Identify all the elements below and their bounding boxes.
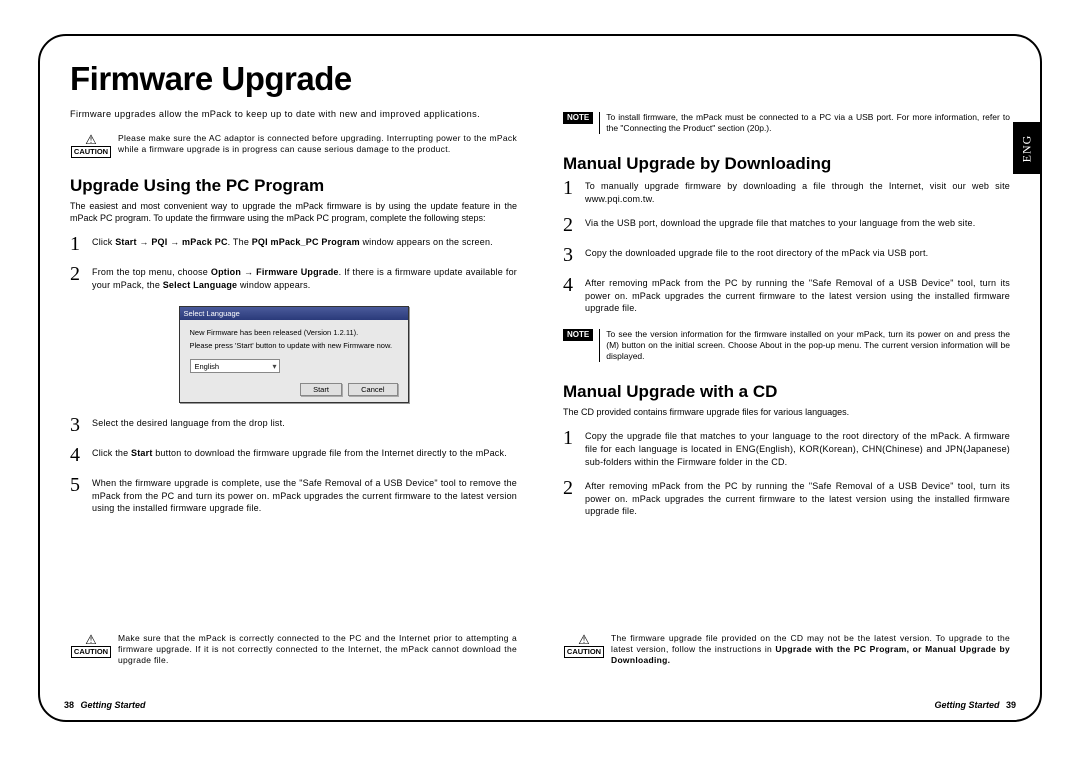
section-title-pc: Upgrade Using the PC Program (70, 176, 517, 196)
footer-label-right: Getting Started (934, 700, 999, 710)
warning-icon: ⚠ (85, 133, 97, 146)
step-number: 2 (70, 264, 92, 284)
step-number: 5 (70, 475, 92, 495)
step-number: 4 (563, 275, 585, 295)
intro-text: Firmware upgrades allow the mPack to kee… (70, 108, 517, 120)
language-select-value: English (195, 362, 220, 371)
note-divider (599, 329, 600, 362)
dl-step-3: 3 Copy the downloaded upgrade file to th… (563, 245, 1010, 265)
note-text-1: To install firmware, the mPack must be c… (606, 112, 1010, 134)
footer-right: Getting Started 39 (934, 700, 1020, 710)
section-intro-pc: The easiest and most convenient way to u… (70, 200, 517, 224)
caution-word: CAUTION (71, 146, 111, 158)
step-text: To manually upgrade firmware by download… (585, 178, 1010, 205)
warning-icon: ⚠ (85, 633, 97, 646)
cancel-button[interactable]: Cancel (348, 383, 397, 396)
step-text: After removing mPack from the PC by runn… (585, 478, 1010, 518)
left-column: Firmware upgrades allow the mPack to kee… (70, 108, 517, 678)
step-text: Click Start → PQI → mPack PC. The PQI mP… (92, 234, 517, 249)
step-text: Select the desired language from the dro… (92, 415, 517, 430)
note-divider (599, 112, 600, 134)
page-frame: ENG Firmware Upgrade Firmware upgrades a… (38, 34, 1042, 722)
footer-label-left: Getting Started (81, 700, 146, 710)
language-select[interactable]: English ▾ (190, 359, 280, 373)
step-text: Click the Start button to download the f… (92, 445, 517, 460)
step-number: 1 (70, 234, 92, 254)
caution-text-1: Please make sure the AC adaptor is conne… (118, 133, 517, 155)
dialog-message: New Firmware has been released (Version … (190, 328, 398, 352)
warning-icon: ⚠ (578, 633, 590, 646)
start-button[interactable]: Start (300, 383, 342, 396)
page-title: Firmware Upgrade (70, 60, 1010, 98)
section-title-cd: Manual Upgrade with a CD (563, 382, 1010, 402)
dialog-buttons: Start Cancel (190, 383, 398, 396)
page-footer: 38 Getting Started Getting Started 39 (60, 700, 1020, 710)
caution-label: ⚠ CAUTION (563, 633, 605, 658)
section-title-download: Manual Upgrade by Downloading (563, 154, 1010, 174)
caution-label: ⚠ CAUTION (70, 633, 112, 658)
note-box-2: NOTE To see the version information for … (563, 329, 1010, 362)
note-label: NOTE (563, 112, 593, 124)
cd-step-2: 2 After removing mPack from the PC by ru… (563, 478, 1010, 518)
language-tab-label: ENG (1019, 134, 1034, 162)
page-number-right: 39 (1006, 700, 1016, 710)
step-text: From the top menu, choose Option → Firmw… (92, 264, 517, 291)
dialog-body: New Firmware has been released (Version … (180, 320, 408, 403)
dialog-title: Select Language (180, 307, 408, 320)
chevron-down-icon: ▾ (272, 362, 276, 371)
step-number: 4 (70, 445, 92, 465)
cd-step-1: 1 Copy the upgrade file that matches to … (563, 428, 1010, 468)
caution-word: CAUTION (71, 646, 111, 658)
dl-step-1: 1 To manually upgrade firmware by downlo… (563, 178, 1010, 205)
step-text: Copy the downloaded upgrade file to the … (585, 245, 1010, 260)
dl-step-4: 4 After removing mPack from the PC by ru… (563, 275, 1010, 315)
page-number-left: 38 (64, 700, 74, 710)
step-text: Via the USB port, download the upgrade f… (585, 215, 1010, 230)
note-label: NOTE (563, 329, 593, 341)
step-text: After removing mPack from the PC by runn… (585, 275, 1010, 315)
dl-step-2: 2 Via the USB port, download the upgrade… (563, 215, 1010, 235)
step-number: 3 (70, 415, 92, 435)
pc-step-3: 3 Select the desired language from the d… (70, 415, 517, 435)
step-number: 2 (563, 478, 585, 498)
step-text: Copy the upgrade file that matches to yo… (585, 428, 1010, 468)
step-number: 3 (563, 245, 585, 265)
step-number: 1 (563, 178, 585, 198)
language-tab: ENG (1013, 122, 1041, 174)
footer-left: 38 Getting Started (60, 700, 146, 710)
caution-label: ⚠ CAUTION (70, 133, 112, 158)
pc-step-4: 4 Click the Start button to download the… (70, 445, 517, 465)
caution-box-2: ⚠ CAUTION Make sure that the mPack is co… (70, 633, 517, 666)
pc-step-5: 5 When the firmware upgrade is complete,… (70, 475, 517, 515)
step-number: 1 (563, 428, 585, 448)
caution-box-1: ⚠ CAUTION Please make sure the AC adapto… (70, 133, 517, 158)
select-language-dialog: Select Language New Firmware has been re… (179, 306, 409, 404)
caution-box-3: ⚠ CAUTION The firmware upgrade file prov… (563, 633, 1010, 666)
content-columns: Firmware upgrades allow the mPack to kee… (70, 108, 1010, 678)
pc-step-1: 1 Click Start → PQI → mPack PC. The PQI … (70, 234, 517, 254)
caution-text-3: The firmware upgrade file provided on th… (611, 633, 1010, 666)
note-box-1: NOTE To install firmware, the mPack must… (563, 112, 1010, 134)
section-intro-cd: The CD provided contains firmware upgrad… (563, 406, 1010, 418)
caution-word: CAUTION (564, 646, 604, 658)
pc-step-2: 2 From the top menu, choose Option → Fir… (70, 264, 517, 291)
caution-text-2: Make sure that the mPack is correctly co… (118, 633, 517, 666)
right-column: NOTE To install firmware, the mPack must… (563, 108, 1010, 678)
note-text-2: To see the version information for the f… (606, 329, 1010, 362)
step-number: 2 (563, 215, 585, 235)
step-text: When the firmware upgrade is complete, u… (92, 475, 517, 515)
